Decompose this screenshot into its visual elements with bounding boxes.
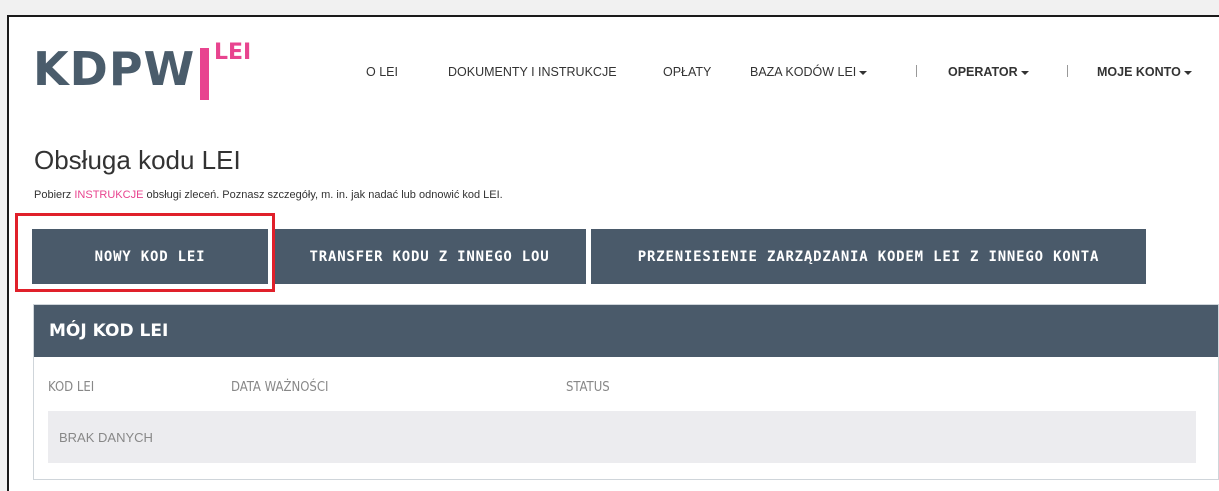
column-header-data-waznosci[interactable]: DATA WAŻNOŚCI <box>231 380 328 395</box>
move-management-button[interactable]: PRZENIESIENIE ZARZĄDZANIA KODEM LEI Z IN… <box>591 229 1146 284</box>
new-lei-code-button[interactable]: NOWY KOD LEI <box>32 229 268 284</box>
panel-title: MÓJ KOD LEI <box>49 321 169 341</box>
panel-header: MÓJ KOD LEI <box>34 305 1218 357</box>
nav-operator-label: OPERATOR <box>948 65 1018 79</box>
nav-dokumenty-label: DOKUMENTY I INSTRUKCJE <box>448 65 617 79</box>
nav-divider <box>916 65 917 77</box>
nav-o-lei-label: O LEI <box>366 65 398 79</box>
nav-baza-kodow[interactable]: BAZA KODÓW LEI <box>750 65 868 79</box>
new-lei-code-label: NOWY KOD LEI <box>94 248 206 265</box>
logo-bar <box>200 48 209 100</box>
page-frame: KDPW LEI O LEI DOKUMENTY I INSTRUKCJE OP… <box>7 15 1219 491</box>
column-header-kod-lei[interactable]: KOD LEI <box>48 380 94 395</box>
instructions-link[interactable]: INSTRUKCJE <box>74 189 143 201</box>
page-title: Obsługa kodu LEI <box>34 145 241 175</box>
my-lei-code-panel: MÓJ KOD LEI KOD LEI DATA WAŻNOŚCI STATUS… <box>33 304 1219 480</box>
nav-moje-konto[interactable]: MOJE KONTO <box>1097 65 1192 79</box>
intro-prefix: Pobierz <box>34 189 75 201</box>
chevron-down-icon <box>1020 70 1029 75</box>
logo-sub: LEI <box>214 40 252 65</box>
intro-text: Pobierz INSTRUKCJE obsługi zleceń. Pozna… <box>34 189 503 201</box>
transfer-code-button[interactable]: TRANSFER KODU Z INNEGO LOU <box>273 229 586 284</box>
nav-oplaty[interactable]: OPŁATY <box>663 65 711 79</box>
column-header-status[interactable]: STATUS <box>566 380 610 395</box>
empty-text: BRAK DANYCH <box>59 429 153 445</box>
nav-dokumenty[interactable]: DOKUMENTY I INSTRUKCJE <box>448 65 617 79</box>
nav-baza-kodow-label: BAZA KODÓW LEI <box>750 65 857 79</box>
nav-divider <box>1067 65 1068 77</box>
nav-oplaty-label: OPŁATY <box>663 65 712 79</box>
transfer-code-label: TRANSFER KODU Z INNEGO LOU <box>309 248 550 265</box>
nav-o-lei[interactable]: O LEI <box>366 65 398 79</box>
chevron-down-icon <box>859 70 868 75</box>
intro-suffix: obsługi zleceń. Poznasz szczegóły, m. in… <box>143 189 503 201</box>
logo-text: KDPW <box>33 42 196 96</box>
nav-operator[interactable]: OPERATOR <box>948 65 1029 79</box>
chevron-down-icon <box>1183 70 1192 75</box>
move-management-label: PRZENIESIENIE ZARZĄDZANIA KODEM LEI Z IN… <box>637 248 1100 265</box>
empty-row: BRAK DANYCH <box>48 411 1196 463</box>
nav-moje-konto-label: MOJE KONTO <box>1097 65 1181 79</box>
